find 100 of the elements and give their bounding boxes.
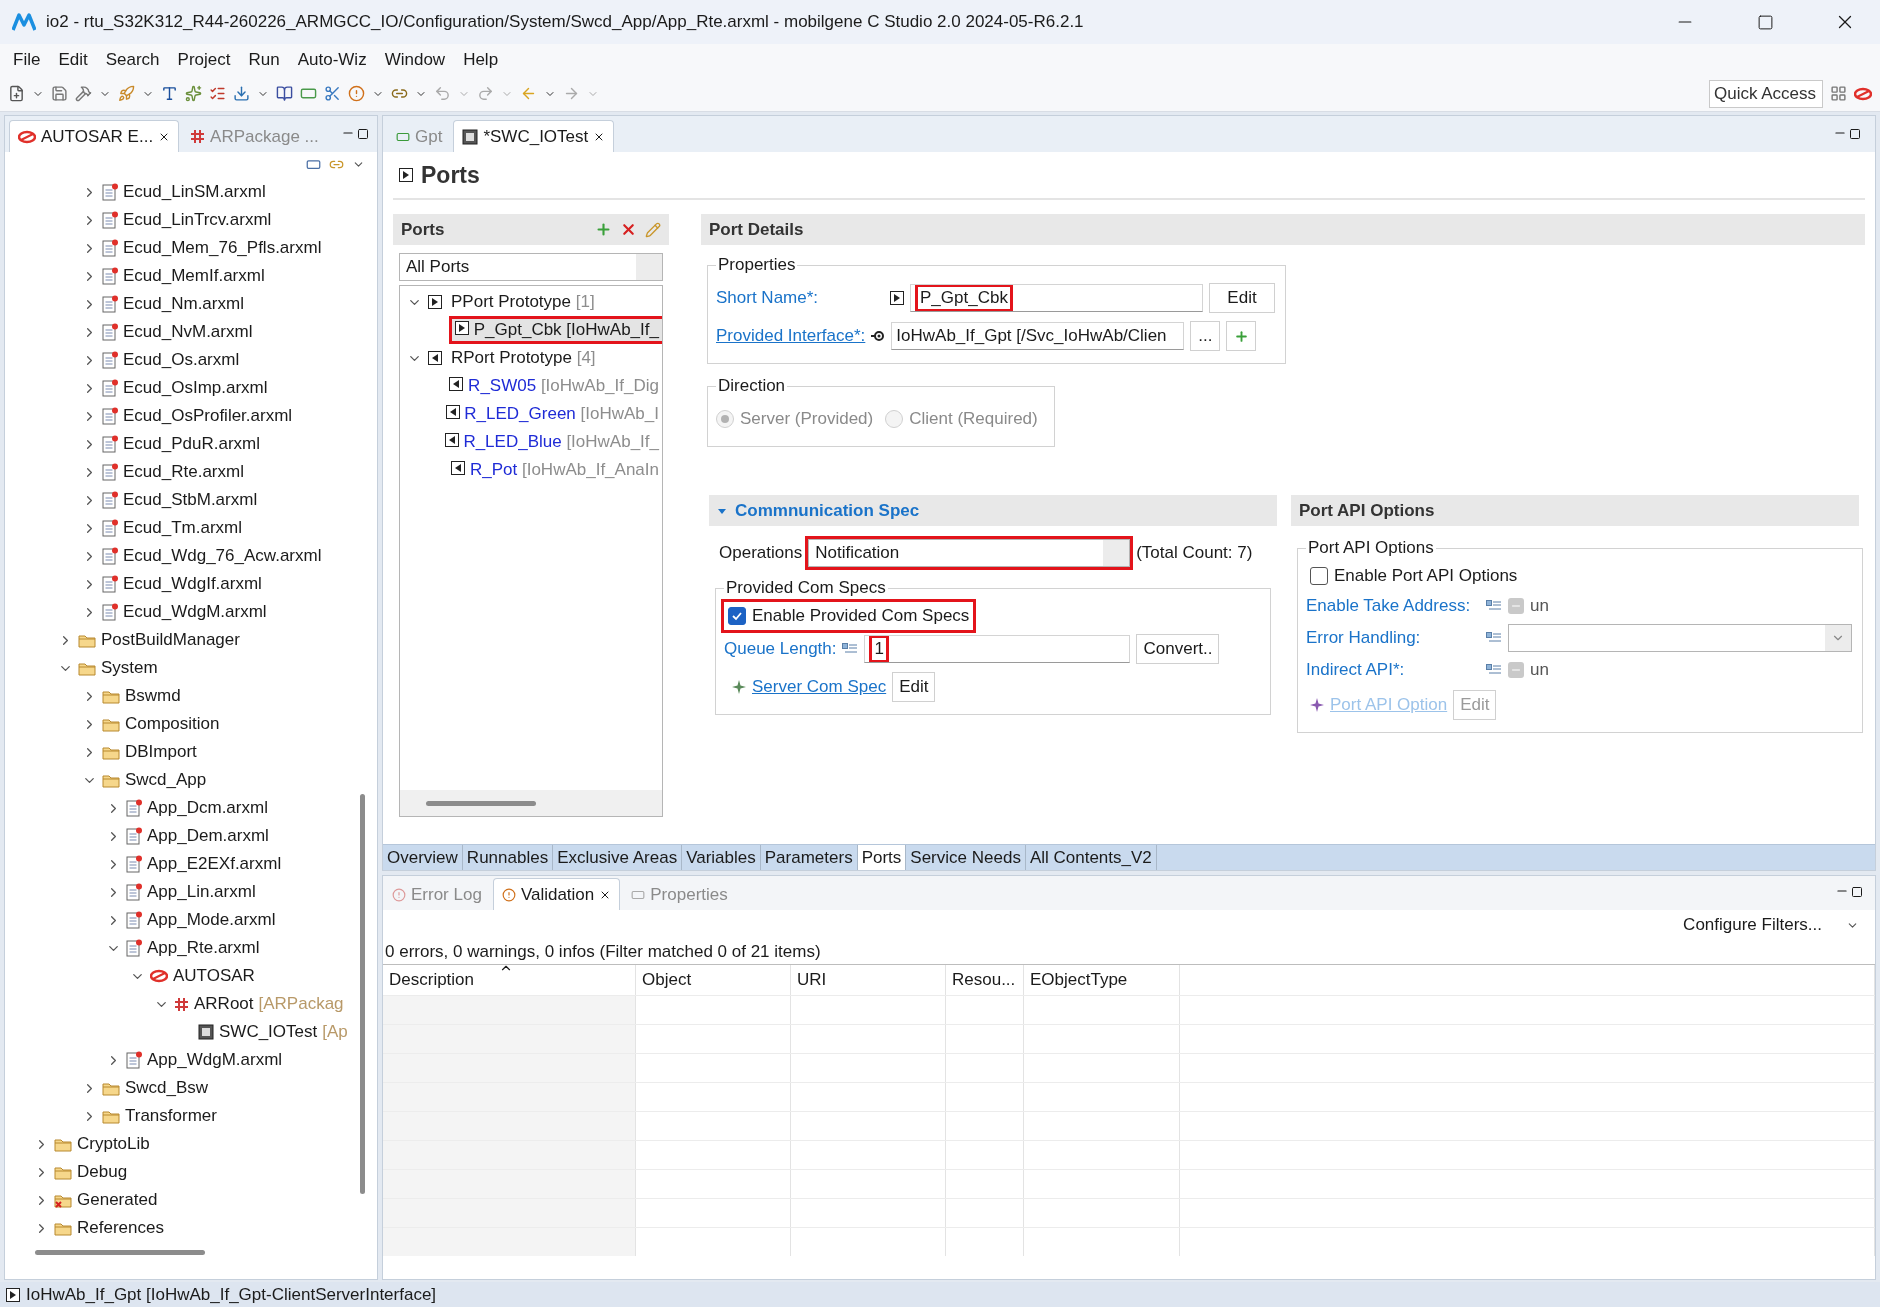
tree-item[interactable]: Transformer bbox=[125, 1106, 217, 1126]
scrollbar-thumb[interactable] bbox=[426, 800, 536, 806]
menu-item[interactable]: Auto-Wiz bbox=[288, 50, 376, 70]
section-header[interactable]: Commnunication Spec bbox=[709, 495, 1277, 526]
edit-button[interactable]: Edit bbox=[1209, 283, 1275, 313]
sparkle-icon[interactable] bbox=[1310, 698, 1324, 712]
sparkle-icon[interactable] bbox=[185, 85, 202, 102]
maximize-icon[interactable] bbox=[1851, 886, 1863, 898]
alert-icon[interactable] bbox=[348, 85, 365, 102]
tree-item[interactable]: App_Rte.arxml bbox=[147, 938, 260, 958]
rocket-icon[interactable] bbox=[118, 85, 135, 102]
column-header[interactable]: Description bbox=[383, 965, 636, 995]
tree-item[interactable]: AUTOSAR bbox=[173, 966, 255, 986]
book-icon[interactable] bbox=[276, 85, 293, 102]
checkbox[interactable] bbox=[728, 607, 746, 625]
tree-item[interactable]: R_LED_Green [IoHwAb_I bbox=[442, 403, 662, 425]
save-icon[interactable] bbox=[51, 85, 68, 102]
text-icon[interactable] bbox=[161, 85, 178, 102]
tree-item[interactable]: Ecud_MemIf.arxml bbox=[123, 266, 265, 286]
filter-dropdown[interactable]: All Ports bbox=[399, 253, 663, 281]
column-header[interactable]: Object bbox=[636, 965, 791, 995]
configure-filters-link[interactable]: Configure Filters... bbox=[1683, 915, 1822, 935]
tree-item[interactable]: Ecud_Mem_76_Pfls.arxml bbox=[123, 238, 322, 258]
page-tab[interactable]: Runnables bbox=[462, 845, 554, 870]
tree-item[interactable]: Ecud_Nm.arxml bbox=[123, 294, 244, 314]
checklist-icon[interactable] bbox=[209, 85, 226, 102]
tree-item[interactable]: DBImport bbox=[125, 742, 197, 762]
tree-item[interactable]: Ecud_Wdg_76_Acw.arxml bbox=[123, 546, 322, 566]
tree-item[interactable]: Ecud_Tm.arxml bbox=[123, 518, 243, 538]
tree-item[interactable]: Ecud_NvM.arxml bbox=[123, 322, 253, 342]
scrollbar-thumb[interactable] bbox=[35, 1250, 205, 1255]
tree-item[interactable]: App_E2EXf.arxml bbox=[147, 854, 282, 874]
tree-item[interactable]: App_Dem.arxml bbox=[147, 826, 269, 846]
menu-item[interactable]: Project bbox=[168, 50, 240, 70]
tree-item[interactable]: PostBuildManager bbox=[101, 630, 240, 650]
tree-item[interactable]: Ecud_OsImp.arxml bbox=[123, 378, 268, 398]
tree-item[interactable]: Ecud_LinTrcv.arxml bbox=[123, 210, 272, 230]
tree-item[interactable]: Bswmd bbox=[125, 686, 181, 706]
link[interactable]: Server Com Spec bbox=[752, 677, 887, 697]
menu-item[interactable]: Run bbox=[239, 50, 289, 70]
view-tab[interactable]: Validation bbox=[492, 878, 621, 910]
tree-item[interactable]: RPort Prototype [4] bbox=[448, 347, 599, 369]
tree-item[interactable]: R_LED_Blue [IoHwAb_If_ bbox=[441, 431, 662, 453]
tree-item[interactable]: SWC_IOTest bbox=[219, 1022, 318, 1042]
page-tab[interactable]: Exclusive Areas bbox=[553, 845, 683, 870]
text-field[interactable]: 1 bbox=[864, 635, 1131, 663]
tree-item[interactable]: CryptoLib bbox=[77, 1134, 150, 1154]
tree-item[interactable]: Swcd_App bbox=[125, 770, 207, 790]
operations-dropdown[interactable]: Notification bbox=[808, 539, 1131, 567]
quick-access-field[interactable]: Quick Access bbox=[1709, 79, 1823, 108]
text-field[interactable]: IoHwAb_If_Gpt [/Svc_IoHwAb/Clien bbox=[891, 322, 1185, 350]
convert-button[interactable]: Convert.. bbox=[1136, 634, 1220, 664]
tree-item[interactable]: System bbox=[101, 658, 158, 678]
tree-item[interactable]: Ecud_Os.arxml bbox=[123, 350, 240, 370]
text-field[interactable]: P_Gpt_Cbk bbox=[910, 284, 1203, 312]
tree-item[interactable]: PPort Prototype [1] bbox=[448, 291, 598, 313]
page-tab[interactable]: Variables bbox=[682, 845, 761, 870]
tree-item[interactable]: App_Mode.arxml bbox=[147, 910, 276, 930]
tree-item[interactable]: Ecud_LinSM.arxml bbox=[123, 182, 266, 202]
column-header[interactable]: EObjectType bbox=[1024, 965, 1180, 995]
sparkle-icon[interactable] bbox=[732, 680, 746, 694]
page-tab[interactable]: Service Needs bbox=[906, 845, 1026, 870]
tree-item[interactable]: ARRoot bbox=[194, 994, 254, 1014]
menu-item[interactable]: Window bbox=[375, 50, 455, 70]
scrollbar-thumb[interactable] bbox=[360, 794, 365, 1194]
tree-item[interactable]: P_Gpt_Cbk [IoHwAb_If_ bbox=[452, 319, 662, 341]
editor-tab[interactable]: *SWC_IOTest bbox=[453, 120, 615, 152]
link[interactable]: Provided Interface*: bbox=[716, 326, 866, 346]
tree-item[interactable]: Ecud_WdgM.arxml bbox=[123, 602, 267, 622]
download-icon[interactable] bbox=[233, 85, 250, 102]
menu-item[interactable]: Edit bbox=[49, 50, 97, 70]
perspective-icon[interactable] bbox=[1830, 85, 1847, 102]
tree-item[interactable]: References bbox=[77, 1218, 164, 1238]
new-file-icon[interactable] bbox=[8, 85, 25, 102]
page-tab[interactable]: Ports bbox=[857, 845, 907, 870]
tree-item[interactable]: R_SW05 [IoHwAb_If_Dig bbox=[446, 375, 662, 397]
tree-item[interactable]: App_Dcm.arxml bbox=[147, 798, 268, 818]
tree-item[interactable]: Ecud_StbM.arxml bbox=[123, 490, 258, 510]
maximize-icon[interactable] bbox=[357, 128, 369, 140]
panel-tab[interactable]: AUTOSAR E... bbox=[9, 120, 180, 152]
maximize-icon[interactable] bbox=[1849, 128, 1861, 140]
page-tab[interactable]: All Contents_V2 bbox=[1025, 845, 1157, 870]
tree-item[interactable]: App_WdgM.arxml bbox=[147, 1050, 283, 1070]
tree-item[interactable]: R_Pot [IoHwAb_If_AnaIn bbox=[448, 459, 662, 481]
tree-item[interactable]: Debug bbox=[77, 1162, 128, 1182]
tree-item[interactable]: Ecud_OsProfiler.arxml bbox=[123, 406, 293, 426]
page-tab[interactable]: Overview bbox=[383, 845, 463, 870]
hammer-icon[interactable] bbox=[75, 85, 92, 102]
tree-item[interactable]: Swcd_Bsw bbox=[125, 1078, 209, 1098]
tree-item[interactable]: Generated bbox=[77, 1190, 158, 1210]
tree-item[interactable]: Ecud_PduR.arxml bbox=[123, 434, 260, 454]
add-icon[interactable] bbox=[595, 221, 612, 238]
tree-item[interactable]: Ecud_Rte.arxml bbox=[123, 462, 244, 482]
scissors-icon[interactable] bbox=[324, 85, 341, 102]
tree-item[interactable]: App_Lin.arxml bbox=[147, 882, 256, 902]
menu-item[interactable]: Help bbox=[454, 50, 508, 70]
menu-item[interactable]: Search bbox=[96, 50, 169, 70]
edit-button[interactable]: Edit bbox=[892, 672, 936, 702]
browse-button[interactable]: ... bbox=[1190, 321, 1221, 351]
column-header[interactable]: URI bbox=[791, 965, 946, 995]
